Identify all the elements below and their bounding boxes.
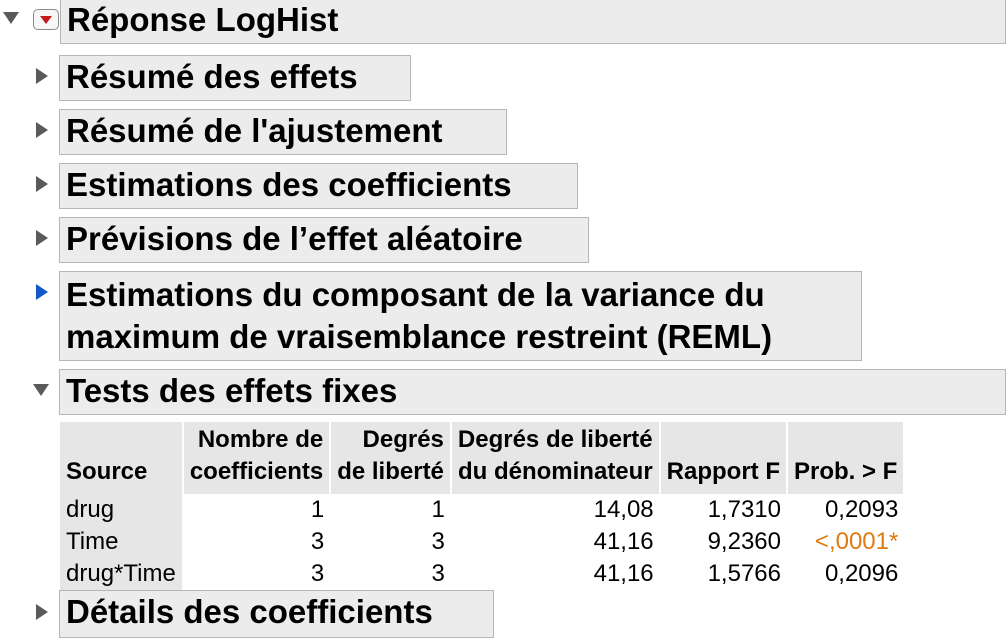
expand-fit-summary-icon[interactable] <box>36 122 48 138</box>
cell-dfden: 41,16 <box>593 560 654 587</box>
cell-df: 3 <box>431 528 445 555</box>
col-header-nparm[interactable]: Nombre de coefficients <box>182 422 332 494</box>
table-row: Time 3 3 41,16 9,2360 <,0001* <box>60 526 904 558</box>
cell-dfden: 14,08 <box>593 496 654 523</box>
cell-df: 1 <box>431 496 445 523</box>
table-row: drug*Time 3 3 41,16 1,5766 0,2096 <box>60 558 904 590</box>
collapse-fixed-effects-icon[interactable] <box>33 384 49 396</box>
cell-prob: 0,2096 <box>824 560 899 587</box>
cell-f-ratio: 9,2360 <box>707 528 781 555</box>
col-header-prob[interactable]: Prob. > F <box>786 422 906 494</box>
section-random-effect-predictions[interactable]: Prévisions de l’effet aléatoire <box>59 217 589 263</box>
menu-caret-icon <box>40 16 52 24</box>
table-header-row: Source Nombre de coefficients Degrés de … <box>60 422 906 494</box>
section-reml-variance-components[interactable]: Estimations du composant de la variance … <box>59 271 862 361</box>
cell-dfden: 41,16 <box>593 528 654 555</box>
cell-nparm: 3 <box>310 528 325 555</box>
expand-random-effect-predictions-icon[interactable] <box>36 230 48 246</box>
section-fit-summary[interactable]: Résumé de l'ajustement <box>59 109 507 155</box>
section-fixed-effects-tests[interactable]: Tests des effets fixes <box>59 369 1006 415</box>
table-row: drug 1 1 14,08 1,7310 0,2093 <box>60 494 904 526</box>
red-triangle-menu-button[interactable] <box>33 9 59 30</box>
cell-df: 3 <box>431 560 445 587</box>
cell-source: drug*Time <box>60 558 184 590</box>
expand-coefficient-details-icon[interactable] <box>36 604 48 620</box>
collapse-report-icon[interactable] <box>3 12 19 24</box>
cell-source: drug <box>60 494 184 526</box>
section-coefficient-details[interactable]: Détails des coefficients <box>59 590 494 638</box>
reml-title-line1: Estimations du composant de la variance … <box>66 276 765 313</box>
cell-f-ratio: 1,5766 <box>707 560 781 587</box>
section-parameter-estimates[interactable]: Estimations des coefficients <box>59 163 578 209</box>
section-effect-summary[interactable]: Résumé des effets <box>59 55 411 101</box>
col-header-f-ratio[interactable]: Rapport F <box>659 422 788 494</box>
reml-title-line2: maximum de vraisemblance restreint (REML… <box>66 318 773 355</box>
cell-f-ratio: 1,7310 <box>707 496 781 523</box>
col-header-dfden[interactable]: Degrés de liberté du dénominateur <box>450 422 661 494</box>
col-header-df[interactable]: Degrés de liberté <box>330 422 452 494</box>
cell-source: Time <box>60 526 184 558</box>
expand-reml-variance-icon[interactable] <box>36 284 48 300</box>
cell-nparm: 1 <box>310 496 325 523</box>
cell-prob-significant: <,0001* <box>814 528 899 555</box>
cell-prob: 0,2093 <box>824 496 899 523</box>
report-title[interactable]: Réponse LogHist <box>60 0 1006 44</box>
expand-parameter-estimates-icon[interactable] <box>36 176 48 192</box>
col-header-source[interactable]: Source <box>60 422 184 494</box>
expand-effect-summary-icon[interactable] <box>36 68 48 84</box>
cell-nparm: 3 <box>310 560 325 587</box>
fixed-effects-table: Source Nombre de coefficients Degrés de … <box>60 422 906 590</box>
